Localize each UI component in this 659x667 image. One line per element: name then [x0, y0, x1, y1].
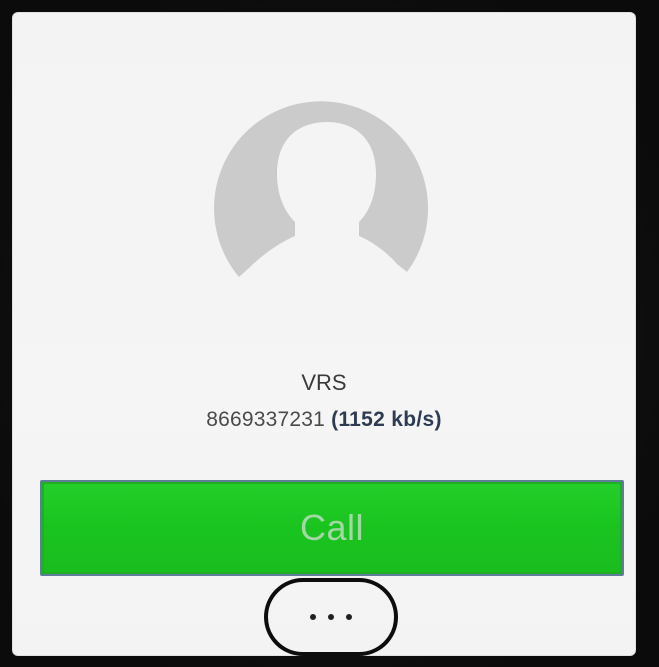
more-options-button[interactable] — [264, 578, 398, 656]
device-frame: VRS 8669337231 (1152 kb/s) Call — [0, 0, 659, 667]
person-silhouette-icon — [214, 101, 429, 278]
ellipsis-dot — [328, 614, 334, 620]
ellipsis-dot — [310, 614, 316, 620]
call-button-label: Call — [299, 507, 364, 548]
ellipsis-dot — [346, 614, 352, 620]
bitrate-label: (1152 kb/s) — [331, 408, 442, 431]
ellipsis-icon — [310, 614, 352, 620]
avatar-container — [12, 100, 636, 290]
incoming-call-screen: VRS 8669337231 (1152 kb/s) Call — [12, 12, 636, 656]
call-button[interactable]: Call — [40, 480, 624, 576]
caller-number: 8669337231 — [206, 408, 326, 431]
caller-details: 8669337231 (1152 kb/s) — [12, 408, 636, 432]
caller-name: VRS — [301, 370, 347, 395]
